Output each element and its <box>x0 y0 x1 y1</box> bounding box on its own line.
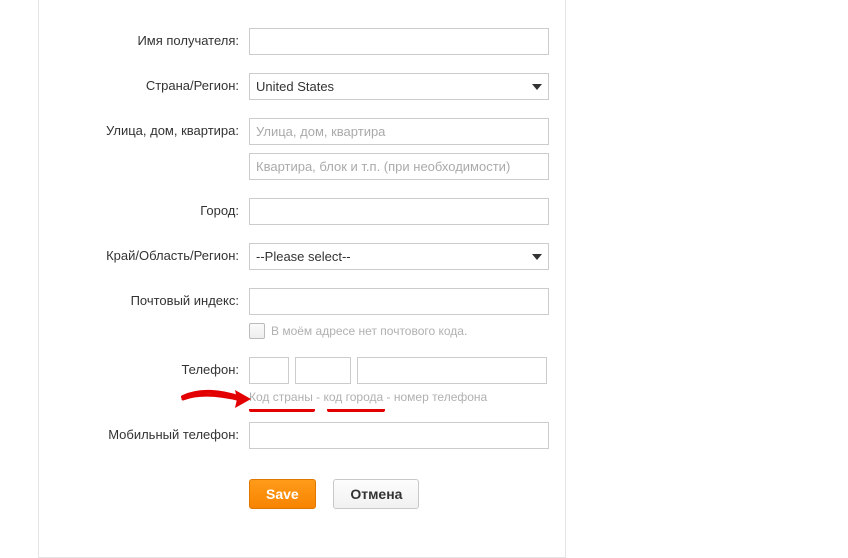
annotation-underline-1 <box>249 403 315 412</box>
no-postal-label: В моём адресе нет почтового кода. <box>271 324 467 338</box>
label-region: Край/Область/Регион: <box>59 243 249 263</box>
label-city: Город: <box>59 198 249 218</box>
city-input[interactable] <box>249 198 549 225</box>
label-mobile: Мобильный телефон: <box>59 422 249 442</box>
address-form-panel: Имя получателя: Страна/Регион: United St… <box>38 0 566 558</box>
row-mobile: Мобильный телефон: <box>59 422 545 449</box>
label-recipient: Имя получателя: <box>59 28 249 48</box>
phone-hint: Код страны - код города - номер телефона <box>249 390 547 404</box>
row-buttons: Save Отмена <box>59 479 545 509</box>
row-postal: Почтовый индекс: В моём адресе нет почто… <box>59 288 545 339</box>
region-select[interactable]: --Please select-- <box>249 243 549 270</box>
row-apt <box>59 153 545 180</box>
label-street: Улица, дом, квартира: <box>59 118 249 138</box>
postal-input[interactable] <box>249 288 549 315</box>
street-input[interactable] <box>249 118 549 145</box>
phone-country-input[interactable] <box>249 357 289 384</box>
label-postal: Почтовый индекс: <box>59 288 249 308</box>
annotation-arrow-icon <box>181 383 251 413</box>
save-button[interactable]: Save <box>249 479 316 509</box>
row-city: Город: <box>59 198 545 225</box>
row-country: Страна/Регион: United States <box>59 73 545 100</box>
no-postal-checkbox[interactable] <box>249 323 265 339</box>
annotation-underline-2 <box>327 403 385 412</box>
row-phone: Телефон: Код страны - код города - номер… <box>59 357 545 404</box>
apt-input[interactable] <box>249 153 549 180</box>
label-phone: Телефон: <box>59 357 249 377</box>
no-postal-hint: В моём адресе нет почтового кода. <box>249 323 549 339</box>
mobile-input[interactable] <box>249 422 549 449</box>
country-select[interactable]: United States <box>249 73 549 100</box>
label-country: Страна/Регион: <box>59 73 249 93</box>
row-street: Улица, дом, квартира: <box>59 118 545 145</box>
recipient-input[interactable] <box>249 28 549 55</box>
cancel-button[interactable]: Отмена <box>333 479 419 509</box>
row-recipient: Имя получателя: <box>59 28 545 55</box>
row-region: Край/Область/Регион: --Please select-- <box>59 243 545 270</box>
phone-number-input[interactable] <box>357 357 547 384</box>
phone-city-input[interactable] <box>295 357 351 384</box>
